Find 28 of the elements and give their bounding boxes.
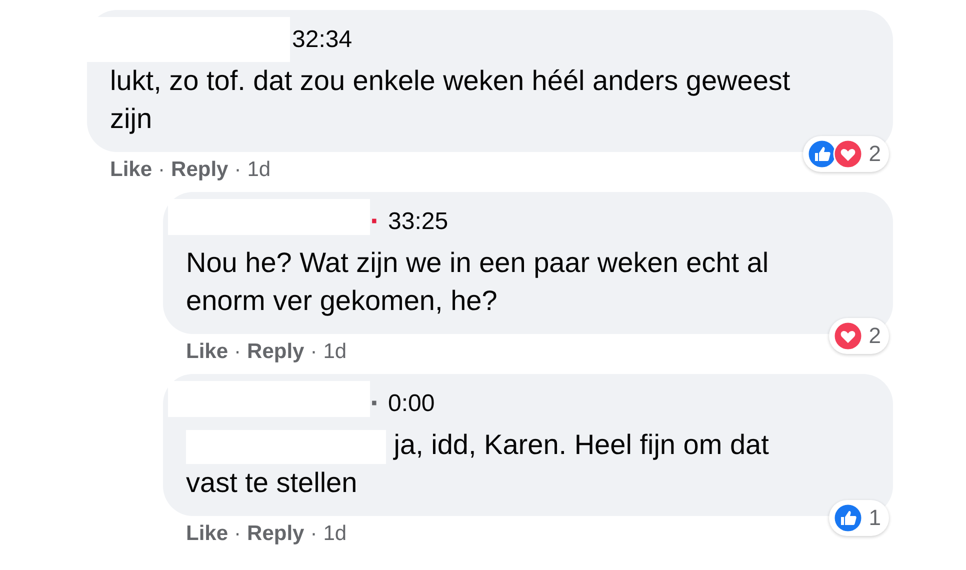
like-link[interactable]: Like [110, 158, 152, 182]
comment-age: 1d [247, 158, 271, 182]
reaction-summary[interactable]: 1 [828, 500, 889, 536]
comment-text: ja, idd, Karen. Heel fijn om dat vast te stellen [186, 429, 769, 498]
separator-dot: · [234, 340, 242, 364]
timestamp: 0:00 [388, 390, 435, 418]
separator-dot: · [310, 340, 318, 364]
reply-link[interactable]: Reply [247, 340, 304, 364]
thumbs-up-icon [832, 503, 863, 533]
reaction-summary[interactable]: 2 [802, 136, 889, 172]
separator-dot: · [234, 158, 242, 182]
separator-dot: · [370, 389, 380, 419]
separator-dot: · [234, 522, 242, 546]
comment-text: Nou he? Wat zijn we in een paar weken echt al enorm ver gekomen, he? [186, 246, 770, 318]
reply-link[interactable]: Reply [247, 522, 304, 546]
timestamp: 33:25 [388, 208, 448, 236]
comment-age: 1d [323, 522, 347, 546]
comment-text: lukt, zo tof. dat zou enkele weken héél anders geweest zijn [110, 64, 792, 136]
separator-dot: · [310, 522, 318, 546]
reply-link[interactable]: Reply [171, 158, 228, 182]
separator-dot: · [158, 158, 166, 182]
like-link[interactable]: Like [186, 340, 228, 364]
timestamp: 32:34 [292, 26, 352, 54]
like-link[interactable]: Like [186, 522, 228, 546]
comment-age: 1d [323, 340, 347, 364]
thumbs-up-icon [806, 139, 837, 169]
separator-dot: · [370, 207, 380, 237]
reaction-summary[interactable]: 2 [828, 318, 889, 354]
